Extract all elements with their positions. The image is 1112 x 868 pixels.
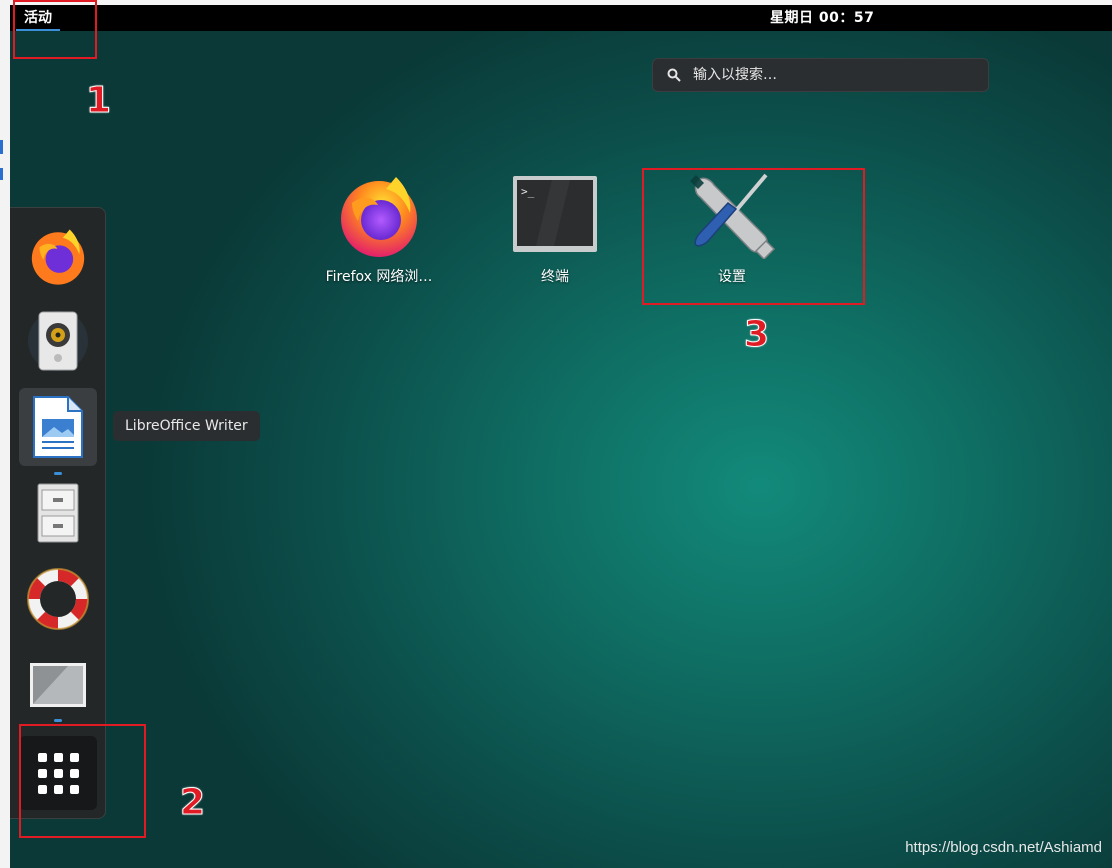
annotation-box-3 bbox=[642, 168, 865, 305]
app-terminal[interactable]: >_ 终端 bbox=[480, 166, 630, 286]
dock-tooltip: LibreOffice Writer bbox=[113, 411, 260, 441]
window-edge-mark bbox=[0, 168, 3, 180]
file-cabinet-icon bbox=[37, 483, 79, 543]
dock-image-viewer[interactable] bbox=[19, 646, 97, 724]
app-label: Firefox 网络浏… bbox=[325, 269, 433, 285]
image-viewer-icon bbox=[30, 663, 86, 707]
dock-help[interactable] bbox=[19, 560, 97, 638]
running-indicator bbox=[54, 719, 62, 722]
firefox-icon bbox=[331, 166, 427, 262]
app-label: 终端 bbox=[541, 269, 569, 285]
dock-rhythmbox[interactable] bbox=[19, 302, 97, 380]
svg-text:>_: >_ bbox=[521, 185, 535, 198]
libreoffice-writer-icon bbox=[33, 396, 83, 458]
dock-files[interactable] bbox=[19, 474, 97, 552]
app-firefox[interactable]: Firefox 网络浏… bbox=[304, 166, 454, 286]
watermark: https://blog.csdn.net/Ashiamd bbox=[905, 839, 1102, 856]
terminal-icon: >_ bbox=[507, 166, 603, 262]
window-edge-mark bbox=[0, 140, 3, 154]
firefox-icon bbox=[31, 229, 85, 285]
dock-libreoffice-writer[interactable] bbox=[19, 388, 97, 466]
clock[interactable]: 星期日 00：57 bbox=[770, 5, 874, 31]
search-icon bbox=[667, 68, 681, 82]
rhythmbox-speaker-icon bbox=[28, 311, 88, 371]
help-lifebuoy-icon bbox=[27, 568, 89, 630]
annotation-number-3: 3 bbox=[743, 314, 770, 356]
annotation-number-1: 1 bbox=[85, 80, 112, 122]
top-bar: 活动 星期日 00：57 bbox=[10, 5, 1112, 31]
dock-firefox[interactable] bbox=[19, 216, 97, 294]
search-input[interactable]: 输入以搜索… bbox=[652, 58, 989, 92]
annotation-box-2 bbox=[19, 724, 146, 838]
search-placeholder: 输入以搜索… bbox=[693, 67, 777, 83]
annotation-number-2: 2 bbox=[179, 782, 206, 824]
annotation-box-1 bbox=[13, 0, 97, 59]
desktop-overview: 活动 星期日 00：57 输入以搜索… Firefox 网络浏… >_ 终端 设… bbox=[10, 0, 1112, 868]
